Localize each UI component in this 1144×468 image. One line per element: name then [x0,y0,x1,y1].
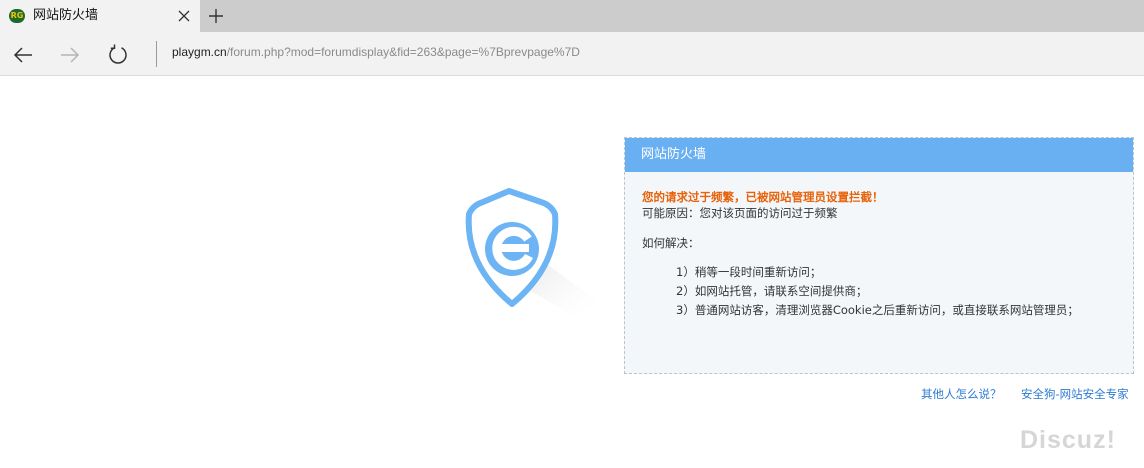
discuz-watermark: Discuz! [1020,426,1116,454]
anquangou-link[interactable]: 安全狗-网站安全专家 [1021,386,1129,402]
navigation-bar: playgm.cn/forum.php?mod=forumdisplay&fid… [0,32,1144,76]
warning-message: 您的请求过于频繁，已被网站管理员设置拦截！ [642,190,884,204]
others-say-link[interactable]: 其他人怎么说？ [921,386,1002,402]
shield-e-logo-icon [465,188,602,315]
address-path: /forum.php?mod=forumdisplay&fid=263&page… [226,45,580,59]
refresh-icon[interactable] [106,43,130,67]
address-bar[interactable]: playgm.cn/forum.php?mod=forumdisplay&fid… [172,44,580,60]
address-host: playgm.cn [172,45,227,59]
solution-step: 2）如网站托管，请联系空间提供商； [676,284,868,298]
solve-label: 如何解决： [642,236,700,250]
close-tab-icon[interactable] [176,8,192,24]
firewall-panel: 网站防火墙 您的请求过于频繁，已被网站管理员设置拦截！ 可能原因：您对该页面的访… [624,137,1134,374]
address-separator [156,41,157,67]
panel-title: 网站防火墙 [641,147,707,162]
forward-arrow-icon[interactable] [58,43,82,67]
reason-text: 可能原因：您对该页面的访问过于频繁 [642,206,838,220]
tab-strip: RG 网站防火墙 [0,0,1144,32]
panel-header: 网站防火墙 [625,138,1133,172]
solution-steps: 1）稍等一段时间重新访问； 2）如网站托管，请联系空间提供商； 3）普通网站访客… [642,263,1122,320]
browser-window: RG 网站防火墙 playgm.cn/forum.php?mod=forumdi… [0,0,1144,468]
page-content: 网站防火墙 您的请求过于频繁，已被网站管理员设置拦截！ 可能原因：您对该页面的访… [0,77,1144,468]
solution-step: 3）普通网站访客，清理浏览器Cookie之后重新访问，或直接联系网站管理员； [676,303,1079,317]
new-tab-plus-icon[interactable] [207,7,225,25]
site-favicon-icon: RG [9,9,25,23]
tab-title: 网站防火墙 [33,8,99,23]
back-arrow-icon[interactable] [11,43,35,67]
solution-step: 1）稍等一段时间重新访问； [676,265,822,279]
panel-body: 您的请求过于频繁，已被网站管理员设置拦截！ 可能原因：您对该页面的访问过于频繁 … [642,189,1122,320]
tab-active[interactable]: RG 网站防火墙 [0,0,200,32]
